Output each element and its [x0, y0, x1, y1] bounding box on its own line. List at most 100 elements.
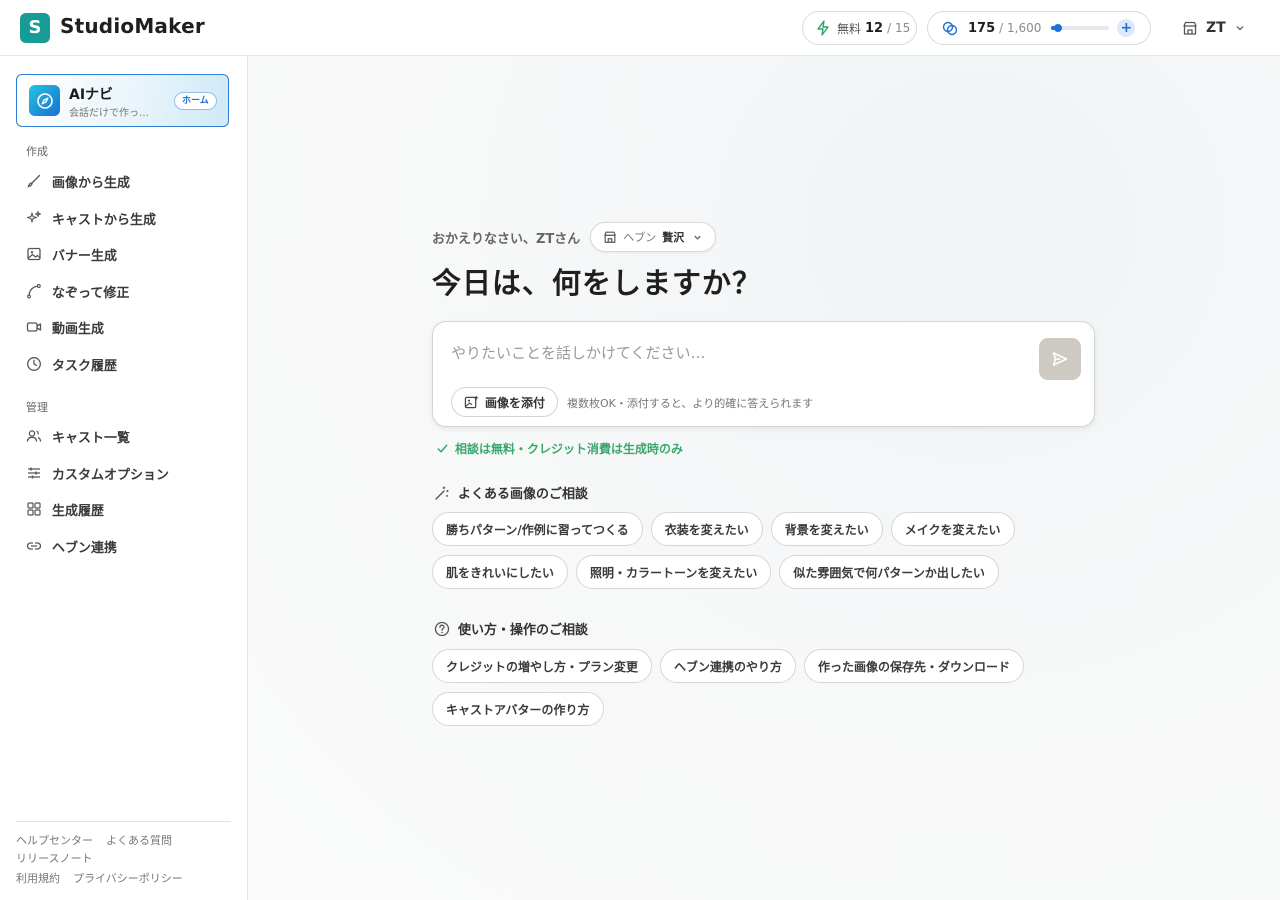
sidebar-item-label: 画像から生成 — [52, 175, 131, 191]
faq-link[interactable]: よくある質問 — [106, 832, 172, 848]
compass-icon — [29, 85, 60, 116]
ai-navi-title: AIナビ — [69, 87, 114, 103]
sidebar-item-label: タスク履歴 — [52, 358, 118, 374]
chevron-down-icon — [692, 232, 703, 243]
suggestion-chip[interactable]: 照明・カラートーンを変えたい — [576, 555, 772, 589]
magic-wand-icon — [434, 485, 450, 501]
free-total: / 15 — [887, 21, 911, 35]
suggestion-chip[interactable]: ヘブン連携のやり方 — [660, 649, 797, 683]
logo-mark[interactable]: S — [20, 13, 50, 43]
image-icon — [26, 246, 42, 262]
usage-consult-title-text: 使い方・操作のご相談 — [458, 623, 589, 638]
image-consult-row-1: 勝ちパターン/作例に習ってつくる 衣装を変えたい 背景を変えたい メイクを変えた… — [432, 512, 1023, 546]
free-quota-pill[interactable]: 無料 12 / 15 — [802, 11, 917, 45]
store-name: 贅沢 — [662, 231, 685, 244]
sidebar-item-label: なぞって修正 — [52, 285, 130, 301]
sidebar-item-label: キャスト一覧 — [52, 430, 131, 446]
suggestion-chip[interactable]: 肌をきれいにしたい — [432, 555, 569, 589]
top-header: S StudioMaker 無料 12 / 15 175 / 1,600 + Z… — [0, 0, 1280, 56]
usage-consult-row-1: クレジットの増やし方・プラン変更 ヘブン連携のやり方 作った画像の保存先・ダウン… — [432, 649, 1032, 683]
suggestion-chip[interactable]: メイクを変えたい — [890, 512, 1015, 546]
credit-progress-bar — [1051, 24, 1110, 32]
sidebar-footer-divider — [16, 821, 231, 822]
sliders-icon — [26, 465, 42, 481]
sidebar-item-task-history[interactable]: タスク履歴 — [16, 348, 231, 380]
path-icon — [26, 283, 42, 299]
brush-icon — [26, 173, 42, 189]
send-button[interactable] — [1039, 338, 1081, 380]
app-name[interactable]: StudioMaker — [60, 14, 205, 38]
store-icon — [603, 230, 617, 244]
credit-pill[interactable]: 175 / 1,600 + — [927, 11, 1151, 45]
chevron-down-icon — [1234, 22, 1246, 34]
suggestion-chip[interactable]: 勝ちパターン/作例に習ってつくる — [432, 512, 643, 546]
add-credit-button[interactable]: + — [1117, 19, 1136, 37]
sidebar-item-label: カスタムオプション — [52, 467, 170, 483]
attach-image-button[interactable]: 画像を添付 — [451, 387, 559, 417]
sidebar-item-custom-options[interactable]: カスタムオプション — [16, 457, 231, 489]
image-consult-title-text: よくある画像のご相談 — [458, 487, 589, 502]
sidebar-item-banner[interactable]: バナー生成 — [16, 238, 231, 270]
user-name: ZT — [1206, 20, 1226, 36]
coin-icon — [942, 20, 958, 36]
image-consult-title: よくある画像のご相談 — [434, 483, 588, 502]
suggestion-chip[interactable]: キャストアバターの作り方 — [432, 692, 604, 726]
section-title-create: 作成 — [26, 145, 48, 158]
suggestion-chip[interactable]: 背景を変えたい — [770, 512, 883, 546]
sidebar-item-label: バナー生成 — [52, 248, 118, 264]
free-label: 無料 — [837, 21, 862, 36]
free-note-text: 相談は無料・クレジット消費は生成時のみ — [455, 442, 684, 456]
suggestion-chip[interactable]: 作った画像の保存先・ダウンロード — [804, 649, 1025, 683]
image-add-icon — [464, 395, 479, 410]
sidebar-item-generation-history[interactable]: 生成履歴 — [16, 493, 231, 525]
grid-icon — [26, 501, 42, 517]
free-used: 12 — [865, 20, 884, 36]
suggestion-chip[interactable]: 似た雰囲気で何パターンか出したい — [779, 555, 999, 589]
video-icon — [26, 319, 42, 335]
terms-link[interactable]: 利用規約 — [16, 870, 60, 886]
image-consult-row-2: 肌をきれいにしたい 照明・カラートーンを変えたい 似た雰囲気で何パターンか出した… — [432, 555, 1007, 589]
help-center-link[interactable]: ヘルプセンター — [16, 832, 93, 848]
credit-value: 175 — [968, 20, 996, 36]
send-icon — [1052, 352, 1068, 366]
check-icon — [436, 442, 449, 455]
usage-consult-title: 使い方・操作のご相談 — [434, 619, 588, 638]
store-icon — [1182, 20, 1198, 36]
release-notes-link[interactable]: リリースノート — [16, 850, 92, 866]
chat-input[interactable] — [451, 344, 1011, 362]
greeting-text: おかえりなさい、ZTさん — [432, 231, 581, 247]
sidebar-item-label: 生成履歴 — [52, 503, 105, 519]
lightning-icon — [815, 20, 831, 36]
sparkles-icon — [26, 210, 42, 226]
sidebar-item-heaven-link[interactable]: ヘブン連携 — [16, 530, 231, 562]
sidebar-item-trace-fix[interactable]: なぞって修正 — [16, 275, 231, 307]
user-menu[interactable]: ZT — [1182, 16, 1246, 40]
privacy-link[interactable]: プライバシーポリシー — [73, 870, 183, 886]
sidebar-item-cast-list[interactable]: キャスト一覧 — [16, 420, 231, 452]
suggestion-chip[interactable]: 衣装を変えたい — [650, 512, 763, 546]
attach-hint: 複数枚OK・添付すると、より的確に答えられます — [567, 397, 814, 410]
sidebar: AIナビ 会話だけで作っ… ホーム 作成 画像から生成 キャストから生成 バナー… — [0, 56, 248, 900]
suggestion-chip[interactable]: クレジットの増やし方・プラン変更 — [432, 649, 653, 683]
chat-composer: 画像を添付 複数枚OK・添付すると、より的確に答えられます — [432, 321, 1095, 427]
section-title-manage: 管理 — [26, 401, 48, 414]
question-circle-icon — [434, 621, 450, 637]
sidebar-item-video[interactable]: 動画生成 — [16, 311, 231, 343]
link-icon — [26, 538, 42, 554]
credit-progress-dot — [1053, 24, 1062, 32]
ai-navi-subtitle: 会話だけで作っ… — [69, 108, 149, 119]
sidebar-item-image-generate[interactable]: 画像から生成 — [16, 165, 231, 197]
attach-image-label: 画像を添付 — [485, 395, 546, 410]
clock-icon — [26, 356, 42, 372]
greeting-row: おかえりなさい、ZTさん ヘブン 贅沢 — [432, 222, 717, 252]
users-icon — [26, 428, 42, 444]
credit-total: / 1,600 — [999, 21, 1042, 35]
sidebar-item-label: 動画生成 — [52, 321, 105, 337]
free-note: 相談は無料・クレジット消費は生成時のみ — [436, 440, 683, 457]
store-selector[interactable]: ヘブン 贅沢 — [590, 222, 717, 252]
ai-navi-card[interactable]: AIナビ 会話だけで作っ… ホーム — [16, 74, 229, 127]
store-prefix: ヘブン — [623, 231, 657, 244]
sidebar-item-label: ヘブン連携 — [52, 540, 118, 556]
sidebar-item-cast-generate[interactable]: キャストから生成 — [16, 202, 231, 234]
main-content: おかえりなさい、ZTさん ヘブン 贅沢 今日は、何をしますか？ 画像を添付 複数… — [248, 56, 1280, 900]
